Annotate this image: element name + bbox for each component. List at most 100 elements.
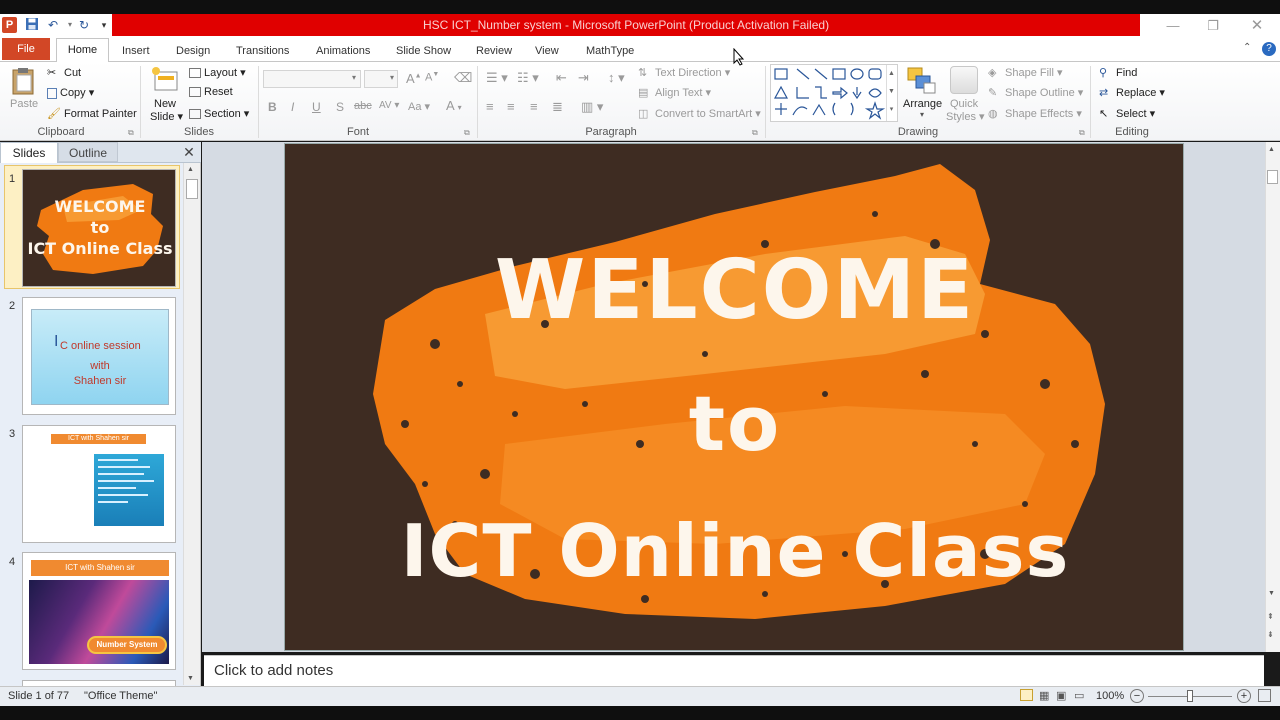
columns-icon[interactable]: ▥ ▾ — [581, 99, 603, 115]
current-slide[interactable]: WELCOME to ICT Online Class — [284, 143, 1184, 651]
increase-indent-icon[interactable]: ⇥ — [578, 70, 589, 86]
thumb-3-content-box — [94, 454, 164, 526]
editor-scrollbar[interactable]: ▲ ▼ ⇞ ⇟ — [1265, 142, 1280, 686]
dialog-launcher-icon[interactable]: ⧉ — [128, 128, 134, 138]
dialog-launcher-icon[interactable]: ⧉ — [752, 128, 758, 138]
new-slide-label-1: New — [154, 98, 177, 110]
zoom-level[interactable]: 100% — [1096, 687, 1124, 705]
arrange-button[interactable] — [906, 66, 938, 99]
arrange-dropdown-icon[interactable]: ▾ — [920, 110, 924, 119]
italic-button[interactable]: I — [291, 100, 294, 114]
divider — [258, 66, 259, 138]
font-color-button[interactable]: A ▾ — [446, 98, 462, 113]
tab-design[interactable]: Design — [176, 42, 210, 60]
section-button[interactable]: Section ▾ — [189, 107, 249, 120]
save-icon[interactable] — [24, 17, 40, 33]
font-name-input[interactable]: ▾ — [263, 70, 361, 88]
align-text-button[interactable]: ▤ Align Text ▾ — [638, 86, 711, 100]
quick-styles-icon[interactable] — [950, 66, 978, 94]
bold-button[interactable]: B — [268, 100, 277, 114]
tab-transitions[interactable]: Transitions — [236, 42, 289, 60]
underline-button[interactable]: U — [312, 100, 321, 114]
group-drawing-label: Drawing — [897, 126, 939, 138]
find-button[interactable]: ⚲ Find — [1099, 66, 1137, 80]
shrink-font-icon[interactable]: A▼ — [425, 71, 439, 84]
powerpoint-logo-icon[interactable]: P — [2, 17, 17, 33]
theme-name[interactable]: "Office Theme" — [84, 687, 157, 705]
font-size-input[interactable]: ▾ — [364, 70, 398, 88]
redo-icon[interactable]: ↻ — [76, 17, 92, 33]
zoom-out-icon[interactable]: − — [1130, 689, 1144, 703]
slide-thumbnail-1[interactable]: WELCOME to ICT Online Class — [22, 169, 176, 287]
paste-button[interactable] — [8, 66, 38, 99]
customize-qat-icon[interactable]: ▾ — [96, 17, 112, 33]
tab-animations[interactable]: Animations — [316, 42, 370, 60]
slide-thumbnail-3[interactable]: ICT with Shahen sir — [22, 425, 176, 543]
shape-outline-button[interactable]: ✎ Shape Outline ▾ — [988, 86, 1083, 100]
reading-view-icon[interactable]: ▣ — [1056, 687, 1066, 705]
copy-button[interactable]: Copy ▾ — [47, 86, 94, 99]
convert-smartart-button[interactable]: ◫ Convert to SmartArt ▾ — [638, 107, 761, 121]
close-icon[interactable]: ✕ — [1242, 16, 1272, 36]
normal-view-icon[interactable] — [1020, 689, 1033, 701]
fit-to-window-icon[interactable] — [1258, 689, 1271, 702]
strikethrough-button[interactable]: abc — [354, 100, 372, 112]
shape-fill-button[interactable]: ◈ Shape Fill ▾ — [988, 66, 1063, 80]
cut-button[interactable]: ✂ Cut — [47, 66, 81, 80]
align-left-icon[interactable]: ≡ — [486, 99, 494, 114]
format-painter-button[interactable]: 🖌 Format Painter — [47, 107, 137, 121]
new-slide-button[interactable] — [150, 66, 180, 97]
grow-font-icon[interactable]: A▲ — [406, 71, 422, 86]
zoom-slider-thumb[interactable] — [1187, 690, 1193, 702]
notes-input[interactable]: Click to add notes — [204, 655, 1264, 686]
shapes-gallery[interactable] — [770, 64, 898, 122]
slide-thumbnail-4[interactable]: ICT with Shahen sir Number System — [22, 552, 176, 670]
undo-icon[interactable]: ↶ — [45, 17, 61, 33]
tab-file[interactable]: File — [2, 38, 50, 60]
shape-effects-button[interactable]: ◍ Shape Effects ▾ — [988, 107, 1082, 121]
change-case-button[interactable]: Aa ▾ — [408, 100, 430, 113]
tab-view[interactable]: View — [535, 42, 559, 60]
slide-title-to[interactable]: to — [285, 378, 1183, 470]
text-direction-icon: ⇅ — [638, 67, 648, 80]
collapse-ribbon-icon[interactable]: ⌃ — [1243, 42, 1251, 53]
tab-insert[interactable]: Insert — [122, 42, 150, 60]
select-button[interactable]: ↖ Select ▾ — [1099, 107, 1155, 121]
line-spacing-icon[interactable]: ↕ ▾ — [608, 70, 625, 86]
dialog-launcher-icon[interactable]: ⧉ — [464, 128, 470, 138]
bullets-icon[interactable]: ☰ ▾ — [486, 70, 508, 86]
slide-title-welcome[interactable]: WELCOME — [285, 242, 1183, 340]
slide-sorter-icon[interactable]: ▦ — [1039, 687, 1049, 705]
text-direction-button[interactable]: ⇅ Text Direction ▾ — [638, 66, 730, 80]
slideshow-view-icon[interactable]: ▭ — [1074, 687, 1084, 705]
zoom-in-icon[interactable]: + — [1237, 689, 1251, 703]
shadow-button[interactable]: S — [336, 100, 344, 114]
tab-home[interactable]: Home — [56, 38, 109, 62]
decrease-indent-icon[interactable]: ⇤ — [556, 70, 567, 86]
slide-pane-scrollbar[interactable]: ▲ ▼ — [183, 163, 200, 685]
restore-icon[interactable]: ❐ — [1198, 16, 1228, 36]
slide-thumbnail-2[interactable]: I C online session with Shahen sir — [22, 297, 176, 415]
align-center-icon[interactable]: ≡ — [507, 99, 515, 114]
bottom-border — [0, 706, 1280, 720]
shapes-scroll-icon[interactable]: ▲ ▼ ▾ — [886, 65, 896, 121]
minimize-icon[interactable]: — — [1158, 16, 1188, 36]
help-icon[interactable]: ? — [1262, 42, 1276, 56]
tab-mathtype[interactable]: MathType — [586, 42, 634, 60]
tab-slides[interactable]: Slides — [0, 142, 58, 163]
layout-button[interactable]: Layout ▾ — [189, 66, 246, 79]
reset-button[interactable]: Reset — [189, 86, 233, 98]
dialog-launcher-icon[interactable]: ⧉ — [1079, 128, 1085, 138]
slide-title-class[interactable]: ICT Online Class — [285, 504, 1183, 598]
replace-button[interactable]: ⇄ Replace ▾ — [1099, 86, 1165, 100]
tab-outline[interactable]: Outline — [58, 142, 118, 162]
numbering-icon[interactable]: ☷ ▾ — [517, 70, 539, 86]
justify-icon[interactable]: ≣ — [552, 99, 563, 115]
clear-formatting-icon[interactable]: ⌫ — [454, 70, 472, 86]
char-spacing-button[interactable]: AV ▾ — [379, 100, 399, 111]
tab-review[interactable]: Review — [476, 42, 512, 60]
align-right-icon[interactable]: ≡ — [530, 99, 538, 114]
tab-slide-show[interactable]: Slide Show — [396, 42, 451, 60]
close-pane-icon[interactable]: ✕ — [180, 143, 198, 161]
slide-number: 3 — [9, 428, 16, 440]
